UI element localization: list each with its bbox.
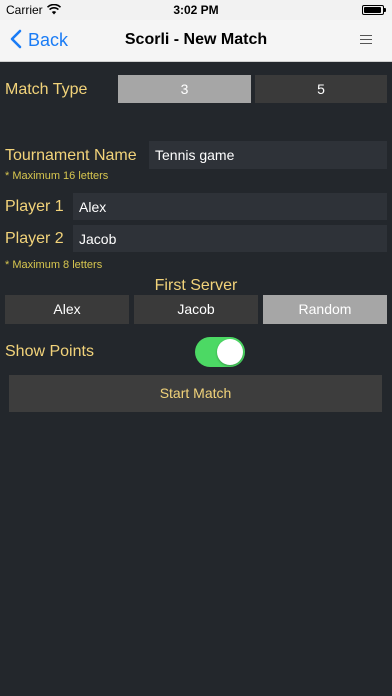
match-type-label: Match Type <box>5 81 88 98</box>
menu-icon[interactable] <box>360 35 372 45</box>
chevron-left-icon <box>10 29 22 49</box>
tournament-name-hint: * Maximum 16 letters <box>5 170 109 182</box>
player2-input[interactable] <box>73 225 387 252</box>
match-type-option-5[interactable]: 5 <box>255 75 387 103</box>
battery-icon <box>362 5 386 15</box>
first-server-option-jacob[interactable]: Jacob <box>134 295 258 324</box>
player1-label: Player 1 <box>5 198 64 215</box>
players-hint: * Maximum 8 letters <box>5 259 103 271</box>
status-time: 3:02 PM <box>173 3 219 17</box>
toggle-knob <box>217 339 243 365</box>
start-match-button[interactable]: Start Match <box>9 375 382 412</box>
show-points-toggle[interactable] <box>195 337 245 367</box>
first-server-option-random[interactable]: Random <box>263 295 387 324</box>
status-bar: Carrier 3:02 PM <box>0 0 392 20</box>
match-type-option-3[interactable]: 3 <box>118 75 251 103</box>
player1-input[interactable] <box>73 193 387 220</box>
first-server-option-alex[interactable]: Alex <box>5 295 129 324</box>
back-button[interactable]: Back <box>10 29 68 51</box>
first-server-label: First Server <box>154 277 238 294</box>
tournament-name-label: Tournament Name <box>5 147 137 164</box>
navigation-bar: Back Scorli - New Match <box>0 20 392 62</box>
player2-label: Player 2 <box>5 230 64 247</box>
show-points-label: Show Points <box>5 343 94 360</box>
tournament-name-input[interactable] <box>149 141 387 169</box>
back-label: Back <box>28 30 69 50</box>
